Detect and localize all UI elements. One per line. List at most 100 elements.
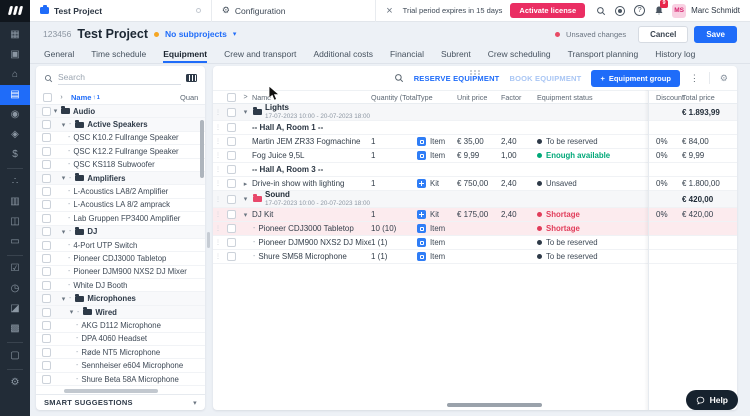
checkbox[interactable] bbox=[42, 241, 51, 250]
drag-handle-icon[interactable]: ⋮ bbox=[213, 124, 223, 131]
checkbox[interactable] bbox=[227, 165, 236, 174]
rail-item-messages[interactable]: ▢ bbox=[0, 346, 30, 366]
select-all-checkbox[interactable] bbox=[43, 93, 52, 102]
rail-item-planning[interactable]: ▣ bbox=[0, 45, 30, 65]
updates-icon[interactable] bbox=[614, 6, 626, 16]
rail-item-contacts[interactable]: ▥ bbox=[0, 192, 30, 212]
tab-financial[interactable]: Financial bbox=[390, 49, 424, 63]
tree-folder-row[interactable]: ▾-Active Speakers bbox=[36, 118, 205, 131]
chevron-down-icon[interactable]: ▾ bbox=[59, 174, 68, 182]
equipment-row[interactable]: ⋮▾Sound17-07-2023 10:00 - 20-07-2023 18:… bbox=[213, 191, 737, 208]
reserve-equipment-button[interactable]: RESERVE EQUIPMENT bbox=[414, 74, 500, 83]
tree-folder-row[interactable]: ▾-Wired bbox=[36, 306, 205, 319]
tree-folder-row[interactable]: ▾-Microphones bbox=[36, 292, 205, 305]
expand-all-icon[interactable]: > bbox=[239, 94, 252, 101]
table-settings-gear-icon[interactable]: ⚙ bbox=[720, 73, 728, 84]
chevron-down-icon[interactable]: ▾ bbox=[239, 211, 252, 219]
drag-handle-icon[interactable]: ⋮ bbox=[213, 239, 223, 246]
checkbox[interactable] bbox=[42, 227, 51, 236]
notifications-bell-icon[interactable]: 9 bbox=[653, 5, 665, 16]
checkbox[interactable] bbox=[227, 108, 236, 117]
equipment-row[interactable]: ⋮-- Hall A, Room 1 -- bbox=[213, 121, 737, 135]
rail-item-equipment[interactable]: ∴ bbox=[0, 172, 30, 192]
rail-item-account[interactable]: ◉ bbox=[0, 105, 30, 125]
equipment-row[interactable]: ⋮▾Lights17-07-2023 10:00 - 20-07-2023 18… bbox=[213, 104, 737, 121]
chevron-down-icon[interactable]: ▾ bbox=[67, 308, 76, 316]
rail-item-settings[interactable]: ⚙ bbox=[0, 373, 30, 393]
checkbox[interactable] bbox=[227, 252, 236, 261]
name-column-header[interactable]: Name ↑ 1 bbox=[71, 93, 100, 102]
tab-time-schedule[interactable]: Time schedule bbox=[91, 49, 146, 63]
checkbox[interactable] bbox=[42, 254, 51, 263]
rentman-logo[interactable] bbox=[0, 0, 30, 22]
tab-history-log[interactable]: History log bbox=[655, 49, 695, 63]
rail-item-navigation[interactable]: ◈ bbox=[0, 125, 30, 145]
checkbox[interactable] bbox=[227, 210, 236, 219]
rail-item-crew[interactable]: ◫ bbox=[0, 212, 30, 232]
help-button[interactable]: Help bbox=[686, 390, 738, 410]
rail-item-files[interactable]: ▩ bbox=[0, 319, 30, 339]
subprojects-link[interactable]: No subprojects bbox=[165, 29, 227, 39]
chevron-down-icon[interactable]: ▾ bbox=[239, 108, 252, 116]
column-header-equipment-status[interactable]: Equipment status bbox=[537, 93, 649, 102]
smart-suggestions-footer[interactable]: SMART SUGGESTIONS ▾ bbox=[36, 394, 205, 410]
tab-subrent[interactable]: Subrent bbox=[441, 49, 471, 63]
rail-item-financial[interactable]: $ bbox=[0, 145, 30, 165]
checkbox[interactable] bbox=[42, 267, 51, 276]
checkbox[interactable] bbox=[42, 361, 51, 370]
checkbox[interactable] bbox=[42, 147, 51, 156]
search-input[interactable]: Search bbox=[58, 72, 181, 85]
book-equipment-button[interactable]: BOOK EQUIPMENT bbox=[509, 74, 581, 83]
checkbox[interactable] bbox=[42, 321, 51, 330]
vertical-scrollbar[interactable] bbox=[200, 120, 204, 178]
search-icon[interactable] bbox=[595, 6, 607, 16]
drag-handle-icon[interactable]: ⋮ bbox=[213, 225, 223, 232]
checkbox[interactable] bbox=[42, 281, 51, 290]
checkbox[interactable] bbox=[227, 123, 236, 132]
chevron-down-icon[interactable]: ▾ bbox=[51, 107, 60, 115]
checkbox[interactable] bbox=[227, 137, 236, 146]
tree-item-row[interactable]: -Lab Gruppen FP3400 Amplifier bbox=[36, 212, 205, 225]
help-icon[interactable]: ? bbox=[634, 5, 646, 16]
drag-handle-icon[interactable]: ⋮ bbox=[213, 138, 223, 145]
equipment-row[interactable]: ⋮Fog Juice 9,5L1Item€ 9,991,00Enough ava… bbox=[213, 149, 737, 163]
checkbox[interactable] bbox=[42, 174, 51, 183]
drag-handle-icon[interactable]: ⋮ bbox=[213, 180, 223, 187]
checkbox[interactable] bbox=[227, 195, 236, 204]
checkbox[interactable] bbox=[42, 160, 51, 169]
chevron-down-icon[interactable]: ▾ bbox=[59, 295, 68, 303]
drag-handle-icon[interactable]: ⋮ bbox=[213, 253, 223, 260]
drag-grip-icon[interactable] bbox=[470, 70, 480, 76]
horizontal-scrollbar[interactable] bbox=[64, 389, 158, 393]
tree-item-row[interactable]: -White DJ Booth bbox=[36, 279, 205, 292]
equipment-row[interactable]: ⋮▾DJ Kit1Kit€ 175,002,40Shortage0%€ 420,… bbox=[213, 208, 737, 222]
tree-item-row[interactable]: -QSC K12.2 Fullrange Speaker bbox=[36, 145, 205, 158]
panel-resize-handle[interactable] bbox=[207, 232, 210, 248]
tree-item-row[interactable]: -Pioneer DJM900 NXS2 DJ Mixer bbox=[36, 266, 205, 279]
checkbox[interactable] bbox=[42, 133, 51, 142]
barcode-scanner-icon[interactable] bbox=[186, 74, 197, 82]
tree-item-row[interactable]: -4-Port UTP Switch bbox=[36, 239, 205, 252]
tab-crew-scheduling[interactable]: Crew scheduling bbox=[488, 49, 551, 63]
rail-item-dashboard[interactable]: ▦ bbox=[0, 25, 30, 45]
tab-transport-planning[interactable]: Transport planning bbox=[568, 49, 639, 63]
checkbox[interactable] bbox=[42, 214, 51, 223]
equipment-row[interactable]: ⋮▸Drive-in show with lighting1Kit€ 750,0… bbox=[213, 177, 737, 191]
rail-item-projects[interactable]: ▤ bbox=[0, 85, 30, 105]
select-all-checkbox[interactable] bbox=[227, 93, 236, 102]
activate-license-button[interactable]: Activate license bbox=[510, 3, 585, 18]
add-equipment-group-button[interactable]: + Equipment group bbox=[591, 70, 679, 87]
column-header-discount[interactable]: Discount bbox=[649, 93, 682, 102]
equipment-row[interactable]: ⋮-Pioneer DJM900 NXS2 DJ Mixer1 (1)ItemT… bbox=[213, 236, 737, 250]
equipment-row[interactable]: ⋮-- Hall A, Room 3 -- bbox=[213, 163, 737, 177]
tree-item-row[interactable]: -AKG D112 Microphone bbox=[36, 319, 205, 332]
tree-item-row[interactable]: -QSC KS118 Subwoofer bbox=[36, 159, 205, 172]
rail-item-repairs[interactable]: ◪ bbox=[0, 299, 30, 319]
checkbox[interactable] bbox=[42, 294, 51, 303]
cancel-button[interactable]: Cancel bbox=[638, 26, 688, 43]
drag-handle-icon[interactable]: ⋮ bbox=[213, 211, 223, 218]
column-header-type[interactable]: Type bbox=[417, 93, 457, 102]
rail-item-warehouse[interactable]: ⌂ bbox=[0, 65, 30, 85]
column-header-unit-price[interactable]: Unit price bbox=[457, 93, 501, 102]
tree-item-row[interactable]: -Pioneer CDJ3000 Tabletop bbox=[36, 252, 205, 265]
